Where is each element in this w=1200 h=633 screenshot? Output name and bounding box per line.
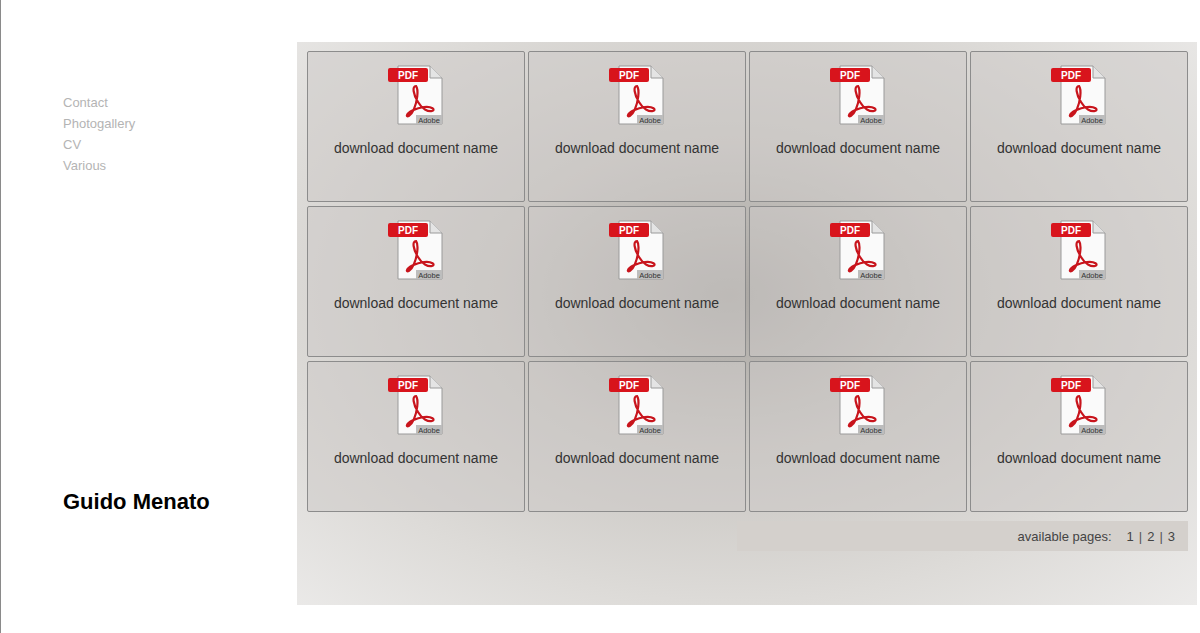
document-label: download document name xyxy=(997,450,1161,467)
pdf-icon: PDF Adobe xyxy=(1049,374,1109,436)
document-card[interactable]: PDF Adobe download document name xyxy=(749,361,967,512)
document-card[interactable]: PDF Adobe download document name xyxy=(970,361,1188,512)
nav-menu: ContactPhotogalleryCVVarious xyxy=(63,92,297,176)
pdf-icon: PDF Adobe xyxy=(1049,219,1109,281)
pdf-icon: PDF Adobe xyxy=(607,374,667,436)
pdf-icon: PDF Adobe xyxy=(828,219,888,281)
document-card[interactable]: PDF Adobe download document name xyxy=(970,51,1188,202)
background-photo: PDF Adobe download document name PDF Adobe do… xyxy=(297,42,1197,605)
pagination-row: available pages:1|2|3 xyxy=(307,521,1188,551)
page-separator: | xyxy=(1159,529,1162,544)
nav-link[interactable]: Photogallery xyxy=(63,113,297,134)
pdf-icon: PDF Adobe xyxy=(1049,64,1109,126)
sidebar: ContactPhotogalleryCVVarious Guido Menato xyxy=(1,0,297,633)
svg-text:Adobe: Adobe xyxy=(1081,426,1103,435)
svg-text:PDF: PDF xyxy=(619,225,639,236)
document-label: download document name xyxy=(776,450,940,467)
document-card[interactable]: PDF Adobe download document name xyxy=(307,361,525,512)
svg-text:Adobe: Adobe xyxy=(418,271,440,280)
svg-text:Adobe: Adobe xyxy=(860,271,882,280)
nav-link[interactable]: Contact xyxy=(63,92,297,113)
page: ContactPhotogalleryCVVarious Guido Menato… xyxy=(0,0,1200,633)
pdf-icon: PDF Adobe xyxy=(607,219,667,281)
document-card[interactable]: PDF Adobe download document name xyxy=(528,361,746,512)
svg-text:PDF: PDF xyxy=(398,225,418,236)
pagination: available pages:1|2|3 xyxy=(737,521,1188,551)
svg-text:PDF: PDF xyxy=(1061,70,1081,81)
nav-link[interactable]: Various xyxy=(63,155,297,176)
svg-text:PDF: PDF xyxy=(840,380,860,391)
document-label: download document name xyxy=(555,295,719,312)
document-label: download document name xyxy=(334,295,498,312)
pdf-icon: PDF Adobe xyxy=(386,64,446,126)
svg-text:PDF: PDF xyxy=(619,380,639,391)
nav-link[interactable]: CV xyxy=(63,134,297,155)
page-link[interactable]: 1 xyxy=(1122,529,1139,544)
svg-text:PDF: PDF xyxy=(398,70,418,81)
page-separator: | xyxy=(1139,529,1142,544)
document-card[interactable]: PDF Adobe download document name xyxy=(307,206,525,357)
pdf-icon: PDF Adobe xyxy=(828,64,888,126)
svg-text:Adobe: Adobe xyxy=(639,271,661,280)
svg-text:Adobe: Adobe xyxy=(418,426,440,435)
svg-text:Adobe: Adobe xyxy=(860,116,882,125)
owner-name: Guido Menato xyxy=(63,489,297,515)
pdf-icon: PDF Adobe xyxy=(607,64,667,126)
svg-text:PDF: PDF xyxy=(1061,380,1081,391)
pdf-icon: PDF Adobe xyxy=(386,374,446,436)
page-link[interactable]: 2 xyxy=(1142,529,1159,544)
svg-text:Adobe: Adobe xyxy=(418,116,440,125)
document-label: download document name xyxy=(555,450,719,467)
document-label: download document name xyxy=(776,140,940,157)
document-card[interactable]: PDF Adobe download document name xyxy=(749,206,967,357)
document-label: download document name xyxy=(776,295,940,312)
document-label: download document name xyxy=(334,140,498,157)
svg-text:PDF: PDF xyxy=(619,70,639,81)
svg-text:Adobe: Adobe xyxy=(860,426,882,435)
svg-text:PDF: PDF xyxy=(398,380,418,391)
document-card[interactable]: PDF Adobe download document name xyxy=(749,51,967,202)
document-label: download document name xyxy=(997,140,1161,157)
svg-text:Adobe: Adobe xyxy=(1081,271,1103,280)
document-label: download document name xyxy=(555,140,719,157)
svg-text:Adobe: Adobe xyxy=(1081,116,1103,125)
svg-text:Adobe: Adobe xyxy=(639,116,661,125)
document-card[interactable]: PDF Adobe download document name xyxy=(970,206,1188,357)
pdf-icon: PDF Adobe xyxy=(386,219,446,281)
svg-text:PDF: PDF xyxy=(840,225,860,236)
svg-text:PDF: PDF xyxy=(1061,225,1081,236)
page-link[interactable]: 3 xyxy=(1163,529,1180,544)
svg-text:PDF: PDF xyxy=(840,70,860,81)
document-card[interactable]: PDF Adobe download document name xyxy=(528,206,746,357)
pdf-icon: PDF Adobe xyxy=(828,374,888,436)
document-card[interactable]: PDF Adobe download document name xyxy=(307,51,525,202)
pagination-label: available pages: xyxy=(1018,529,1112,544)
document-label: download document name xyxy=(334,450,498,467)
document-card[interactable]: PDF Adobe download document name xyxy=(528,51,746,202)
svg-text:Adobe: Adobe xyxy=(639,426,661,435)
document-label: download document name xyxy=(997,295,1161,312)
document-grid: PDF Adobe download document name PDF Adobe do… xyxy=(307,51,1188,512)
